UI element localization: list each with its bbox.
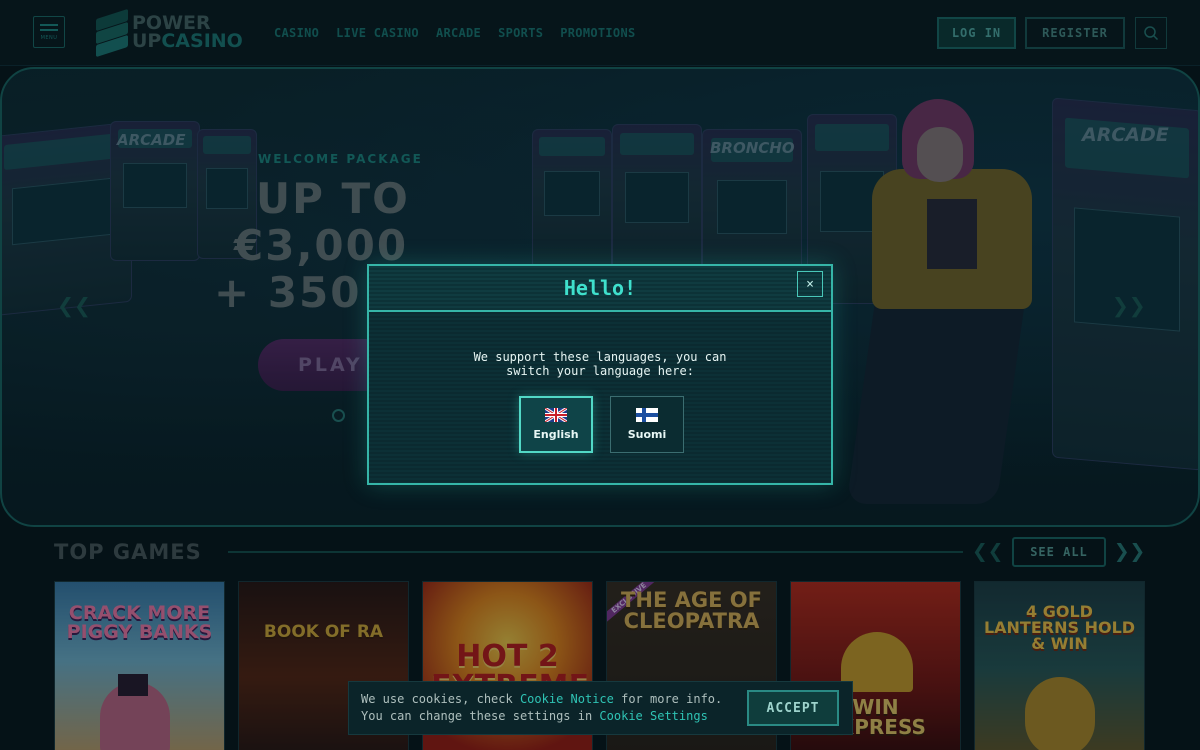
uk-flag-icon: [545, 408, 567, 422]
modal-title: Hello!: [563, 276, 637, 300]
language-option-suomi[interactable]: Suomi: [610, 396, 684, 453]
cookie-message: We use cookies, check Cookie Notice for …: [361, 691, 746, 725]
cookie-settings-link[interactable]: Cookie Settings: [599, 709, 707, 723]
modal-message: We support these languages, you can swit…: [369, 350, 831, 378]
language-option-english[interactable]: English: [519, 396, 593, 453]
cookie-notice-link[interactable]: Cookie Notice: [520, 692, 614, 706]
modal-message-line1: We support these languages, you can: [473, 350, 727, 364]
cookie-text-1: We use cookies, check: [361, 692, 520, 706]
close-button[interactable]: ×: [797, 271, 823, 297]
close-icon: ×: [806, 276, 814, 292]
accept-cookies-button[interactable]: ACCEPT: [747, 690, 839, 726]
modal-header: Hello! ×: [369, 266, 831, 312]
modal-message-line2: switch your language here:: [506, 364, 694, 378]
cookie-banner: We use cookies, check Cookie Notice for …: [348, 681, 853, 735]
finland-flag-icon: [636, 408, 658, 422]
language-modal: Hello! × We support these languages, you…: [367, 264, 833, 485]
language-label: Suomi: [627, 428, 667, 441]
language-label: English: [533, 428, 579, 441]
